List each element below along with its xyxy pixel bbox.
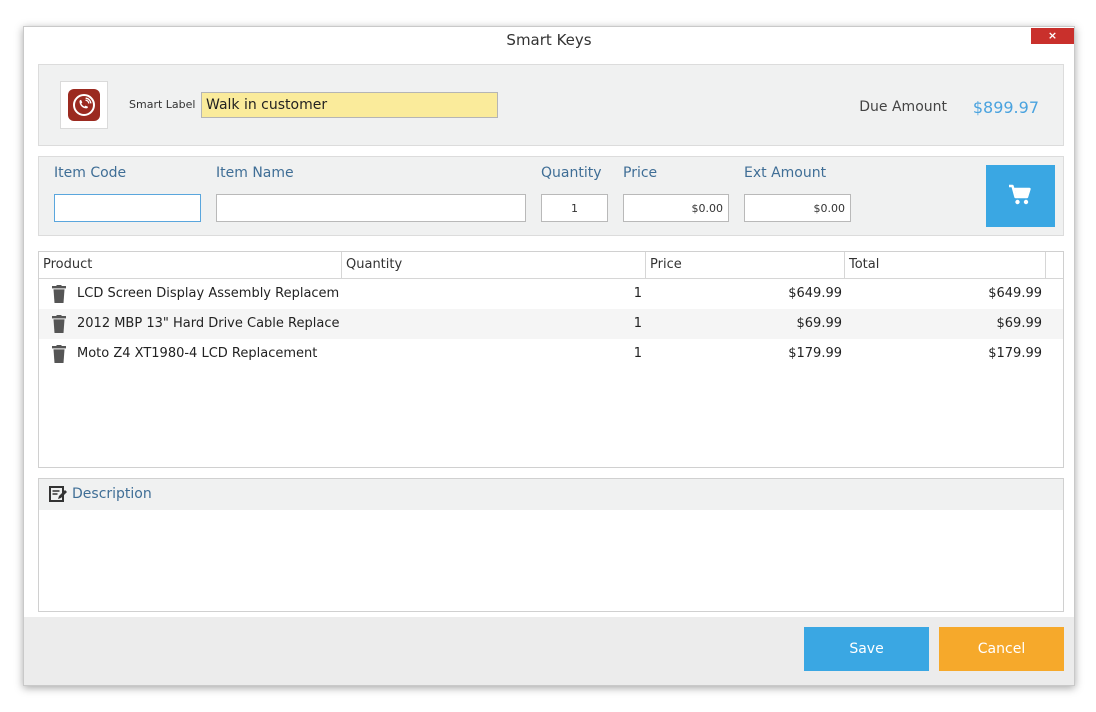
item-name-label: Item Name: [216, 165, 294, 181]
cell-quantity: 1: [633, 286, 642, 301]
item-code-input[interactable]: [54, 194, 201, 222]
smart-keys-window: Smart Keys × Smart Label Due Amount $899…: [23, 26, 1075, 686]
cell-quantity: 1: [633, 316, 642, 331]
smart-label-input[interactable]: [201, 92, 498, 118]
cell-quantity: 1: [633, 346, 642, 361]
cell-total: $69.99: [996, 316, 1043, 331]
smart-label-caption: Smart Label: [129, 98, 196, 111]
due-amount-value: $899.97: [972, 98, 1039, 117]
table-row[interactable]: LCD Screen Display Assembly Replacemer 1…: [39, 279, 1063, 309]
table-row[interactable]: 2012 MBP 13" Hard Drive Cable Replacem 1…: [39, 309, 1063, 339]
cancel-button[interactable]: Cancel: [939, 627, 1064, 671]
cell-price: $649.99: [788, 286, 842, 301]
quantity-input[interactable]: [541, 194, 608, 222]
item-name-input[interactable]: [216, 194, 526, 222]
ext-amount-label: Ext Amount: [744, 165, 827, 181]
add-to-cart-button[interactable]: [986, 165, 1055, 227]
column-header-quantity[interactable]: Quantity: [342, 252, 646, 278]
cell-product: 2012 MBP 13" Hard Drive Cable Replacem: [77, 316, 339, 331]
grid-header: Product Quantity Price Total: [39, 252, 1063, 279]
trash-icon[interactable]: [51, 285, 67, 303]
cell-total: $649.99: [988, 286, 1042, 301]
customer-panel: Smart Label Due Amount $899.97: [38, 64, 1064, 146]
ext-amount-input[interactable]: [744, 194, 851, 222]
items-grid: Product Quantity Price Total LCD Screen …: [38, 251, 1064, 468]
column-header-price[interactable]: Price: [646, 252, 845, 278]
quantity-label: Quantity: [541, 165, 602, 181]
cell-product: Moto Z4 XT1980-4 LCD Replacement: [77, 346, 318, 361]
due-amount-label: Due Amount: [859, 99, 947, 115]
description-panel: Description: [38, 478, 1064, 612]
edit-note-icon: [49, 486, 67, 502]
cart-icon: [1009, 184, 1031, 205]
close-button[interactable]: ×: [1031, 28, 1074, 44]
trash-icon[interactable]: [51, 345, 67, 363]
save-button[interactable]: Save: [804, 627, 929, 671]
phone-icon: [68, 89, 100, 121]
column-header-total[interactable]: Total: [845, 252, 1046, 278]
app-icon-frame: [60, 81, 108, 129]
window-title: Smart Keys: [506, 31, 592, 49]
cell-price: $179.99: [788, 346, 842, 361]
column-header-product[interactable]: Product: [39, 252, 342, 278]
dialog-footer: Save Cancel: [24, 617, 1074, 685]
price-label: Price: [623, 165, 658, 181]
description-textarea[interactable]: [39, 510, 1063, 610]
table-row[interactable]: Moto Z4 XT1980-4 LCD Replacement 1 $179.…: [39, 339, 1063, 369]
item-entry-panel: Item Code Item Name Quantity Price Ext A…: [38, 156, 1064, 236]
description-title: Description: [72, 486, 152, 502]
trash-icon[interactable]: [51, 315, 67, 333]
description-header: Description: [39, 479, 1063, 510]
cell-product: LCD Screen Display Assembly Replacemer: [77, 286, 339, 301]
item-code-label: Item Code: [54, 165, 127, 181]
cell-price: $69.99: [796, 316, 843, 331]
cell-total: $179.99: [988, 346, 1042, 361]
price-input[interactable]: [623, 194, 729, 222]
